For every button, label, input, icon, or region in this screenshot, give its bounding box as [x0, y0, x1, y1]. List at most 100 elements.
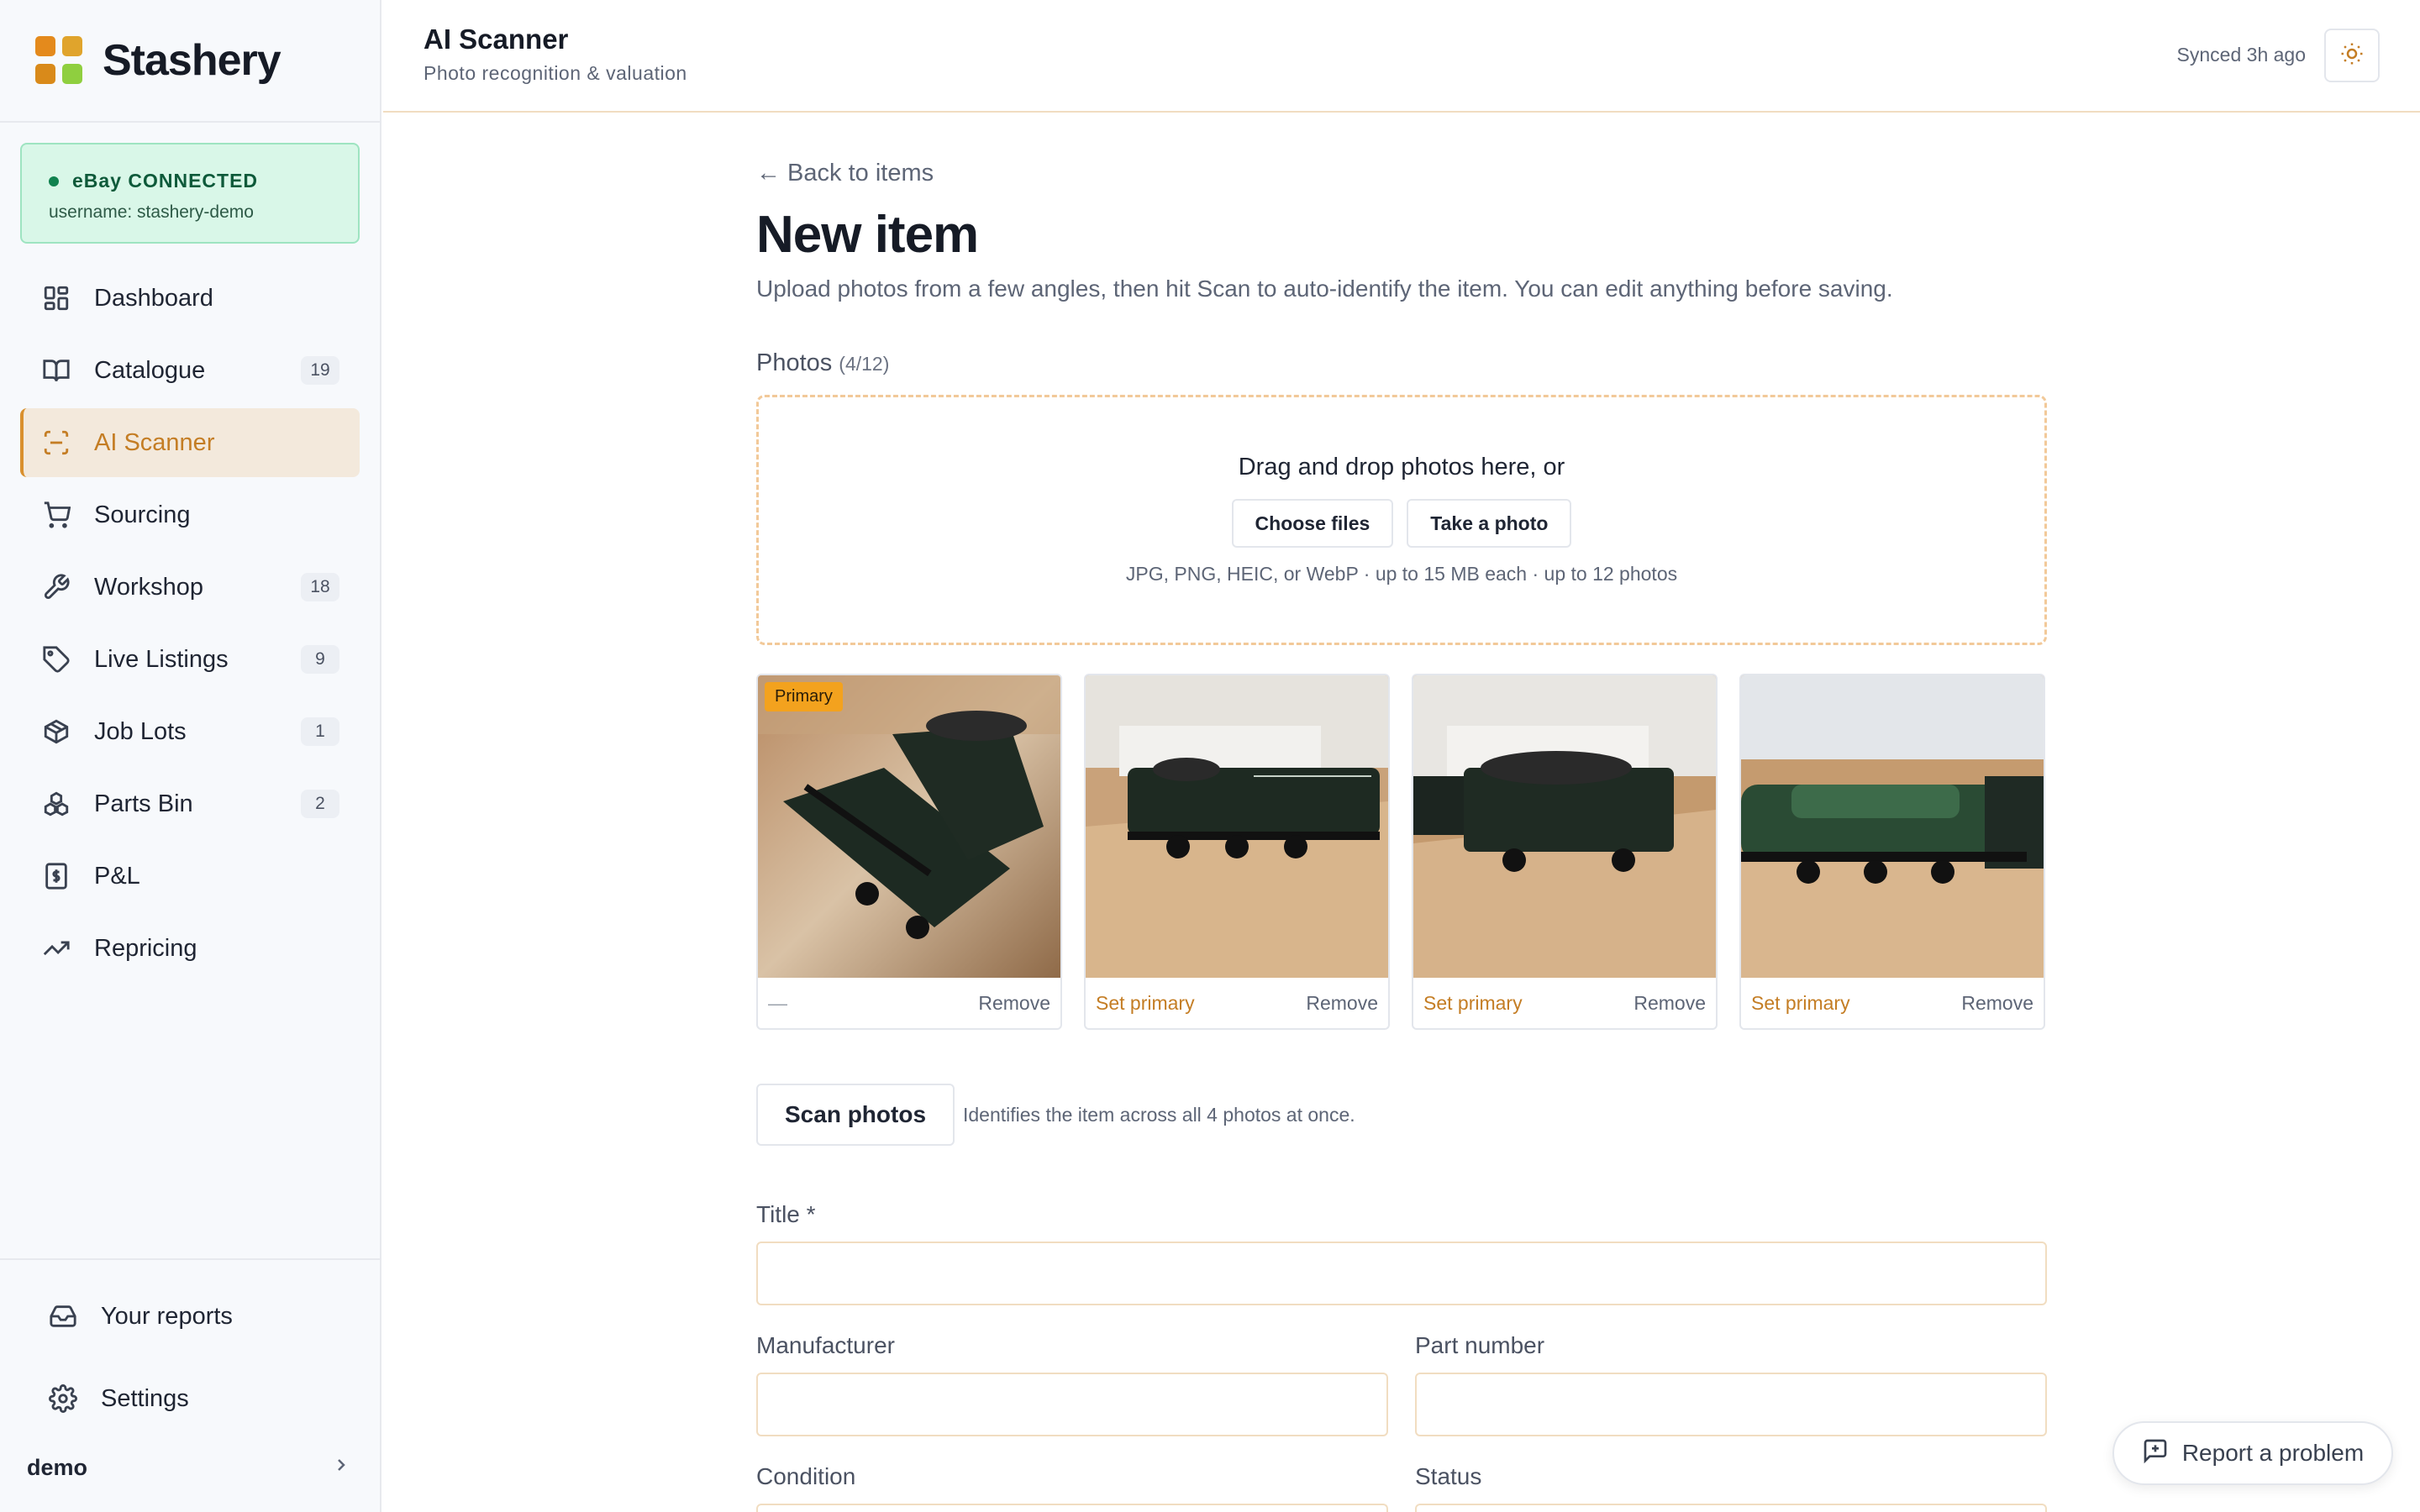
- sidebar-item-label: Settings: [101, 1384, 189, 1412]
- sidebar-item-workshop[interactable]: Workshop 18: [20, 553, 360, 622]
- sidebar-item-ai-scanner[interactable]: AI Scanner: [20, 408, 360, 477]
- photo-card-footer: — Remove: [758, 978, 1060, 1028]
- sidebar-item-label: P&L: [94, 862, 140, 890]
- choose-files-button[interactable]: Choose files: [1231, 499, 1394, 548]
- dropzone-buttons: Choose files Take a photo: [756, 499, 2047, 548]
- title-input[interactable]: [756, 1242, 2047, 1305]
- count-badge: 19: [301, 356, 339, 385]
- photo-card-footer: Set primary Remove: [1086, 978, 1388, 1028]
- photos-label-text: Photos: [756, 349, 833, 376]
- photo-card-footer: Set primary Remove: [1741, 978, 2044, 1028]
- sidebar-item-label: Dashboard: [94, 284, 213, 312]
- sidebar-item-label: Catalogue: [94, 356, 206, 384]
- photo-thumbnail[interactable]: [758, 675, 1060, 978]
- brand-name: Stashery: [103, 36, 281, 85]
- sidebar-item-label: Sourcing: [94, 501, 191, 528]
- set-primary-button[interactable]: Set primary: [1751, 992, 1850, 1015]
- wrench-icon: [42, 573, 71, 601]
- report-problem-label: Report a problem: [2181, 1440, 2365, 1466]
- status-label: Status: [1415, 1463, 1482, 1489]
- back-to-items-link[interactable]: ← Back to items: [756, 160, 934, 187]
- brand[interactable]: Stashery: [0, 0, 380, 123]
- sidebar-item-pnl[interactable]: P&L: [20, 842, 360, 911]
- photos-count: (4/12): [839, 353, 890, 375]
- trend-icon: [42, 934, 71, 963]
- photo-card: Set primary Remove: [1739, 674, 2045, 1030]
- status-select[interactable]: [1415, 1504, 2047, 1512]
- box-icon: [42, 717, 71, 746]
- header-subtitle: Photo recognition & valuation: [424, 62, 687, 84]
- title-label: Title *: [756, 1201, 816, 1227]
- sidebar-item-sourcing[interactable]: Sourcing: [20, 480, 360, 549]
- user-menu[interactable]: demo: [27, 1448, 351, 1487]
- photo-card: Primary — Remove: [756, 674, 1062, 1030]
- scan-photos-button[interactable]: Scan photos: [756, 1084, 955, 1146]
- sidebar-item-your-reports[interactable]: Your reports: [20, 1282, 360, 1351]
- sidebar-item-catalogue[interactable]: Catalogue 19: [20, 336, 360, 405]
- photo-card: Set primary Remove: [1084, 674, 1390, 1030]
- photo-card: Set primary Remove: [1412, 674, 1718, 1030]
- sidebar-item-parts-bin[interactable]: Parts Bin 2: [20, 769, 360, 838]
- sidebar-item-dashboard[interactable]: Dashboard: [20, 264, 360, 333]
- sidebar-item-label: Live Listings: [94, 645, 229, 673]
- scan-icon: [42, 428, 71, 457]
- dashboard-icon: [42, 284, 71, 312]
- set-primary-button[interactable]: Set primary: [1096, 992, 1195, 1015]
- count-badge: 1: [301, 717, 339, 746]
- page-description: Upload photos from a few angles, then hi…: [756, 276, 1893, 302]
- report-problem-button[interactable]: Report a problem: [2112, 1421, 2393, 1485]
- condition-select[interactable]: [756, 1504, 1388, 1512]
- book-icon: [42, 356, 71, 385]
- sidebar-item-live-listings[interactable]: Live Listings 9: [20, 625, 360, 694]
- take-photo-button[interactable]: Take a photo: [1407, 499, 1572, 548]
- set-primary-button[interactable]: Set primary: [1423, 992, 1523, 1015]
- dropzone-hint: JPG, PNG, HEIC, or WebP · up to 15 MB ea…: [1125, 563, 1678, 585]
- message-plus-icon: [2142, 1437, 2182, 1470]
- sidebar-item-label: Parts Bin: [94, 790, 193, 817]
- count-badge: 9: [301, 645, 339, 674]
- sidebar-item-label: AI Scanner: [94, 428, 215, 456]
- scan-note: Identifies the item across all 4 photos …: [963, 1104, 1355, 1126]
- main-nav: Dashboard Catalogue 19 AI Scanner Sourci…: [0, 264, 380, 983]
- gear-icon: [49, 1384, 77, 1413]
- sidebar-item-label: Job Lots: [94, 717, 187, 745]
- chevron-right-icon: [331, 1455, 351, 1481]
- condition-label: Condition: [756, 1463, 856, 1489]
- parts-icon: [42, 790, 71, 818]
- photo-thumbnail[interactable]: [1413, 675, 1716, 978]
- train-photo-3: [1413, 675, 1716, 978]
- sidebar-item-repricing[interactable]: Repricing: [20, 914, 360, 983]
- photo-grid: Primary — Remove Set primary Remove Set …: [756, 674, 2047, 1030]
- sidebar-footer: Your reports Settings: [0, 1258, 380, 1433]
- remove-photo-button[interactable]: Remove: [1961, 992, 2033, 1015]
- sidebar-item-label: Your reports: [101, 1302, 233, 1330]
- photo-card-footer: Set primary Remove: [1413, 978, 1716, 1028]
- photos-label: Photos (4/12): [756, 349, 889, 377]
- sidebar-item-settings[interactable]: Settings: [20, 1364, 360, 1433]
- remove-photo-button[interactable]: Remove: [1306, 992, 1378, 1015]
- train-photo-1: [758, 675, 1060, 978]
- sun-icon: [2339, 41, 2365, 71]
- tag-icon: [42, 645, 71, 674]
- remove-photo-button[interactable]: Remove: [978, 992, 1050, 1015]
- train-photo-2: [1086, 675, 1388, 978]
- count-badge: 2: [301, 790, 339, 818]
- part-number-label: Part number: [1415, 1332, 1545, 1358]
- primary-tag: Primary: [765, 682, 843, 711]
- sidebar-item-job-lots[interactable]: Job Lots 1: [20, 697, 360, 766]
- photo-thumbnail[interactable]: [1741, 675, 2044, 978]
- page-header: AI Scanner Photo recognition & valuation…: [383, 0, 2420, 113]
- ebay-username: username: stashery-demo: [49, 202, 254, 222]
- page-title: New item: [756, 206, 979, 264]
- remove-photo-button[interactable]: Remove: [1634, 992, 1706, 1015]
- manufacturer-input[interactable]: [756, 1373, 1388, 1436]
- primary-indicator: —: [768, 991, 787, 1014]
- count-badge: 18: [301, 573, 339, 601]
- inbox-icon: [49, 1302, 77, 1331]
- username: demo: [27, 1454, 88, 1480]
- dollar-icon: [42, 862, 71, 890]
- logo-icon: [35, 36, 84, 85]
- photo-thumbnail[interactable]: [1086, 675, 1388, 978]
- part-number-input[interactable]: [1415, 1373, 2047, 1436]
- theme-toggle-button[interactable]: [2324, 29, 2380, 82]
